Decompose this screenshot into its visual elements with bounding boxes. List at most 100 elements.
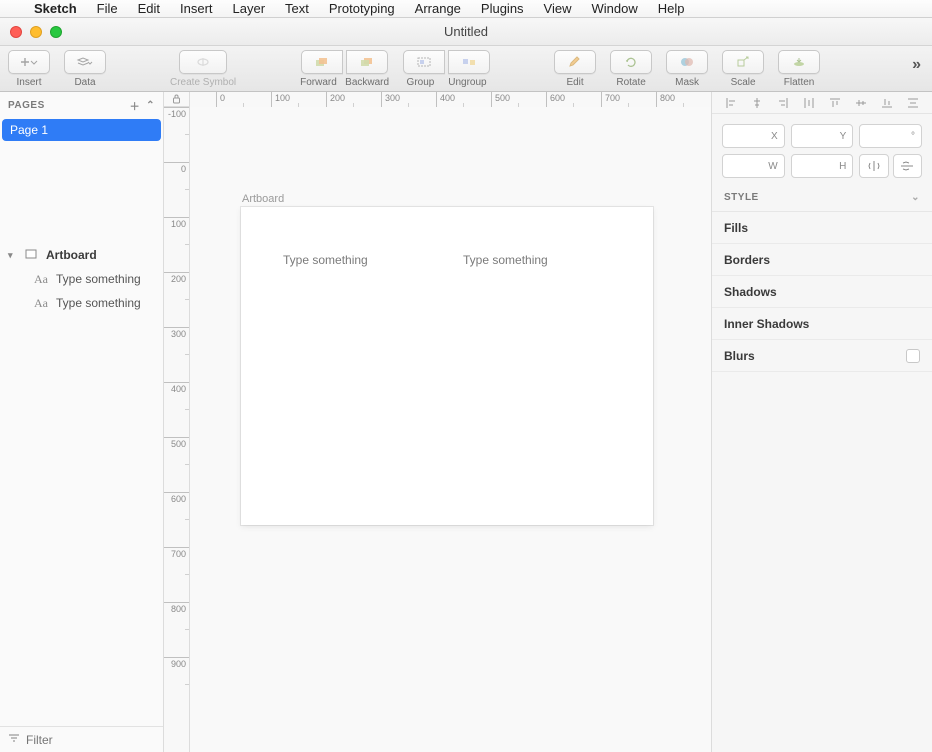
disclosure-icon[interactable]: ▾ <box>8 250 16 261</box>
ruler-tick: 800 <box>656 92 711 107</box>
rotate-icon <box>624 56 638 68</box>
inspector-panel: X Y ° W H STYLE ⌄ Fills Borders Shadows … <box>711 92 932 752</box>
flatten-icon <box>792 56 806 68</box>
add-page-icon[interactable]: ＋ <box>130 98 141 113</box>
menu-file[interactable]: File <box>87 1 128 16</box>
artboard-title[interactable]: Artboard <box>242 193 284 205</box>
blurs-checkbox[interactable] <box>906 349 920 363</box>
width-input[interactable]: W <box>722 154 785 178</box>
ruler-vertical[interactable]: -100 0 100 200 300 400 500 600 700 800 9… <box>164 107 190 752</box>
menu-text[interactable]: Text <box>275 1 319 16</box>
layer-row-artboard[interactable]: ▾ Artboard <box>0 243 163 267</box>
rotate-button[interactable] <box>610 50 652 74</box>
backward-button[interactable] <box>346 50 388 74</box>
toolbar: Insert Data Create Symbol Forward Backwa… <box>0 46 932 92</box>
artboard-icon <box>22 248 40 263</box>
ruler-tick: -100 <box>164 107 189 162</box>
ruler-horizontal[interactable]: 0 100 200 300 400 500 600 700 800 <box>216 92 711 107</box>
text-layer-label: Type something <box>56 296 141 310</box>
data-label: Data <box>74 77 95 88</box>
ruler-tick: 300 <box>164 327 189 382</box>
menu-prototyping[interactable]: Prototyping <box>319 1 405 16</box>
y-input[interactable]: Y <box>791 124 854 148</box>
blurs-section[interactable]: Blurs <box>712 340 932 372</box>
layers-icon <box>75 56 95 68</box>
canvas-area: 0 100 200 300 400 500 600 700 800 -100 0… <box>164 92 711 752</box>
toolbar-overflow-button[interactable]: » <box>912 56 922 74</box>
pages-header: PAGES ＋ ⌃ <box>0 92 163 119</box>
edit-button[interactable] <box>554 50 596 74</box>
inner-shadows-section[interactable]: Inner Shadows <box>712 308 932 340</box>
menu-view[interactable]: View <box>534 1 582 16</box>
mask-label: Mask <box>675 77 699 88</box>
text-layer-icon: Aa <box>32 272 50 287</box>
ruler-tick: 300 <box>381 92 436 107</box>
menu-insert[interactable]: Insert <box>170 1 223 16</box>
filter-input[interactable] <box>26 733 181 747</box>
ruler-tick: 200 <box>326 92 381 107</box>
pages-label: PAGES <box>8 100 45 111</box>
align-left-icon[interactable] <box>724 96 738 110</box>
ruler-tick: 0 <box>164 162 189 217</box>
mask-button[interactable] <box>666 50 708 74</box>
artboard-layer-label: Artboard <box>46 248 97 262</box>
flip-h-icon <box>868 161 880 171</box>
align-bottom-icon[interactable] <box>880 96 894 110</box>
send-backward-icon <box>358 56 376 68</box>
ruler-tick: 200 <box>164 272 189 327</box>
page-item[interactable]: Page 1 <box>2 119 161 141</box>
symbol-icon <box>194 55 212 69</box>
insert-button[interactable] <box>8 50 50 74</box>
align-top-icon[interactable] <box>828 96 842 110</box>
align-center-v-icon[interactable] <box>854 96 868 110</box>
flatten-button[interactable] <box>778 50 820 74</box>
menu-window[interactable]: Window <box>582 1 648 16</box>
group-icon <box>415 56 433 68</box>
style-section-header[interactable]: STYLE ⌄ <box>712 184 932 212</box>
ungroup-button[interactable] <box>448 50 490 74</box>
window-title: Untitled <box>0 24 932 39</box>
layers-sidebar: PAGES ＋ ⌃ Page 1 ▾ Artboard Aa Type some… <box>0 92 164 752</box>
collapse-pages-icon[interactable]: ⌃ <box>146 100 155 111</box>
menu-help[interactable]: Help <box>648 1 695 16</box>
x-input[interactable]: X <box>722 124 785 148</box>
align-center-h-icon[interactable] <box>750 96 764 110</box>
layer-row-text[interactable]: Aa Type something <box>0 267 163 291</box>
fills-section[interactable]: Fills <box>712 212 932 244</box>
filter-icon <box>8 731 20 749</box>
distribute-v-icon[interactable] <box>906 96 920 110</box>
borders-section[interactable]: Borders <box>712 244 932 276</box>
group-button[interactable] <box>403 50 445 74</box>
forward-button[interactable] <box>301 50 343 74</box>
flip-vertical-button[interactable] <box>893 154 922 178</box>
menu-edit[interactable]: Edit <box>128 1 170 16</box>
create-symbol-label: Create Symbol <box>170 77 236 88</box>
scale-button[interactable] <box>722 50 764 74</box>
distribute-h-icon[interactable] <box>802 96 816 110</box>
align-right-icon[interactable] <box>776 96 790 110</box>
flip-horizontal-button[interactable] <box>859 154 888 178</box>
data-button[interactable] <box>64 50 106 74</box>
menu-plugins[interactable]: Plugins <box>471 1 534 16</box>
ruler-tick: 900 <box>164 657 189 712</box>
shadows-section[interactable]: Shadows <box>712 276 932 308</box>
canvas[interactable]: Artboard Type something Type something <box>190 107 711 752</box>
text-layer-label: Type something <box>56 272 141 286</box>
create-symbol-button[interactable] <box>179 50 227 74</box>
ruler-origin-lock[interactable] <box>164 92 190 107</box>
artboard[interactable]: Type something Type something <box>241 207 653 525</box>
ruler-tick: 500 <box>491 92 546 107</box>
height-input[interactable]: H <box>791 154 854 178</box>
text-layer[interactable]: Type something <box>283 253 368 267</box>
ruler-tick: 500 <box>164 437 189 492</box>
rotation-input[interactable]: ° <box>859 124 922 148</box>
edit-label: Edit <box>566 77 583 88</box>
chevron-down-icon: ⌄ <box>911 192 920 203</box>
text-layer[interactable]: Type something <box>463 253 548 267</box>
menu-layer[interactable]: Layer <box>223 1 276 16</box>
app-menu[interactable]: Sketch <box>24 1 87 16</box>
layer-row-text[interactable]: Aa Type something <box>0 291 163 315</box>
flip-v-icon <box>901 161 913 171</box>
macos-menubar: Sketch File Edit Insert Layer Text Proto… <box>0 0 932 18</box>
menu-arrange[interactable]: Arrange <box>405 1 471 16</box>
